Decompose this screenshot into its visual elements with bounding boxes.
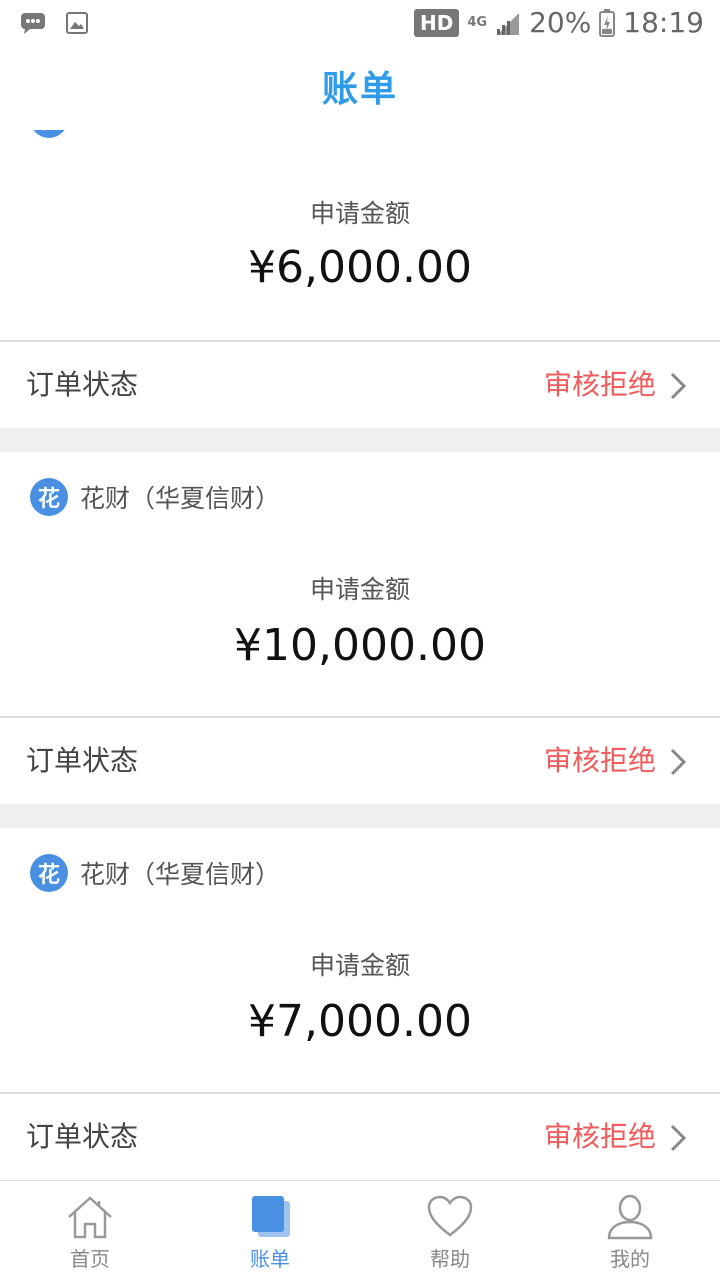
home-icon: [68, 1196, 112, 1239]
order-card: 花 花财（华夏信财） 申请金额 ¥10,000.00 订单状态 审核拒绝: [0, 452, 720, 804]
battery-percent: 20%: [529, 6, 592, 39]
order-status-value: 审核拒绝: [543, 368, 656, 401]
heart-icon: [427, 1195, 473, 1237]
chevron-right-icon: [670, 1124, 687, 1152]
provider-row: 花 花财（华夏信财）: [30, 478, 280, 516]
hd-badge: HD: [414, 8, 460, 37]
provider-avatar: 花: [30, 130, 68, 138]
tab-label: 帮助: [430, 1247, 470, 1271]
order-list[interactable]: 花 申请金额 ¥6,000.00 订单状态 审核拒绝 花 花财（华夏信财） 申请…: [0, 130, 720, 1180]
status-bar: HD 4G 20% 18:19: [0, 0, 720, 50]
amount-label: 申请金额: [309, 575, 410, 604]
chevron-right-icon: [670, 372, 687, 400]
provider-row: 花 花财（华夏信财）: [30, 854, 280, 892]
amount-value: ¥10,000.00: [234, 620, 486, 671]
provider-avatar: 花: [30, 854, 68, 892]
tab-bill[interactable]: 账单: [180, 1181, 360, 1281]
amount-label: 申请金额: [309, 951, 410, 980]
bottom-tab-bar: 首页 账单 帮助 我的: [0, 1180, 720, 1281]
order-status-row[interactable]: 订单状态 审核拒绝: [0, 1094, 720, 1180]
image-icon: [66, 12, 88, 34]
tab-home[interactable]: 首页: [0, 1181, 180, 1281]
signal-icon: [497, 12, 520, 35]
tab-label: 账单: [250, 1247, 290, 1271]
order-status-row[interactable]: 订单状态 审核拒绝: [0, 342, 720, 428]
message-icon: [21, 13, 45, 34]
order-status-value: 审核拒绝: [543, 744, 656, 777]
battery-icon: [599, 8, 616, 37]
amount-value: ¥7,000.00: [248, 996, 472, 1047]
provider-row: 花: [30, 130, 68, 138]
tab-label: 首页: [70, 1247, 110, 1271]
bill-icon: [252, 1196, 290, 1237]
user-icon: [607, 1194, 653, 1240]
clock: 18:19: [623, 6, 704, 39]
order-card: 花 申请金额 ¥6,000.00 订单状态 审核拒绝: [0, 130, 720, 428]
order-status-label: 订单状态: [26, 744, 139, 777]
order-status-label: 订单状态: [26, 368, 139, 401]
order-status-label: 订单状态: [26, 1120, 139, 1153]
amount-value: ¥6,000.00: [248, 242, 472, 293]
page-title: 账单: [321, 69, 398, 110]
amount-label: 申请金额: [309, 199, 410, 228]
provider-avatar: 花: [30, 478, 68, 516]
order-status-row[interactable]: 订单状态 审核拒绝: [0, 718, 720, 804]
order-card: 花 花财（华夏信财） 申请金额 ¥7,000.00 订单状态 审核拒绝: [0, 828, 720, 1180]
provider-name: 花财（华夏信财）: [80, 484, 281, 513]
tab-mine[interactable]: 我的: [540, 1181, 720, 1281]
title-bar: 账单: [0, 50, 720, 130]
order-status-value: 审核拒绝: [543, 1120, 656, 1153]
network-type: 4G: [467, 14, 488, 30]
provider-name: 花财（华夏信财）: [80, 860, 281, 889]
tab-label: 我的: [610, 1247, 650, 1271]
tab-help[interactable]: 帮助: [360, 1181, 540, 1281]
chevron-right-icon: [670, 748, 687, 776]
